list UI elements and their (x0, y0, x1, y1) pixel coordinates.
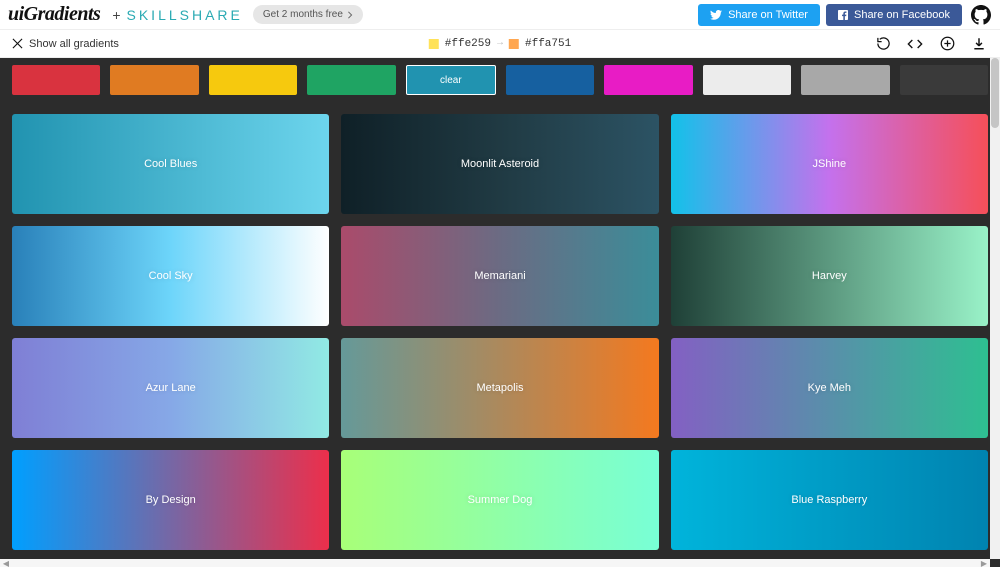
gradient-card[interactable]: Metapolis (341, 338, 658, 438)
gradient-name: Summer Dog (468, 494, 533, 506)
download-icon (972, 36, 986, 51)
share-twitter-label: Share on Twitter (728, 9, 808, 21)
filter-green[interactable] (307, 65, 395, 95)
gradient-name: Harvey (812, 270, 847, 282)
header: uiGradients + SKILLSHARE Get 2 months fr… (0, 0, 1000, 30)
show-all-button[interactable]: Show all gradients (12, 38, 119, 50)
download-button[interactable] (970, 35, 988, 53)
gradient-card[interactable]: JShine (671, 114, 988, 214)
cta-pill[interactable]: Get 2 months free (253, 5, 363, 24)
filter-orange[interactable] (110, 65, 198, 95)
share-facebook-button[interactable]: Share on Facebook (826, 4, 962, 26)
plus-circle-icon (940, 36, 955, 51)
filter-yellow[interactable] (209, 65, 297, 95)
filter-light[interactable] (703, 65, 791, 95)
gradient-name: Metapolis (476, 382, 523, 394)
share-twitter-button[interactable]: Share on Twitter (698, 4, 820, 26)
gradient-card[interactable]: Memariani (341, 226, 658, 326)
logo[interactable]: uiGradients (8, 3, 100, 26)
filter-label: clear (440, 75, 462, 86)
gradient-card[interactable]: Cool Sky (12, 226, 329, 326)
gradient-grid: Cool Blues Moonlit Asteroid JShine Cool Sky… (12, 114, 988, 550)
vertical-scrollbar[interactable] (990, 58, 1000, 559)
color-b-hex[interactable]: #ffa751 (525, 38, 571, 50)
plus-icon: + (112, 7, 120, 23)
hscroll-right-icon[interactable]: ▶ (978, 559, 990, 567)
filter-grey[interactable] (801, 65, 889, 95)
close-icon (12, 38, 23, 49)
gradient-name: By Design (146, 494, 196, 506)
horizontal-scrollbar[interactable]: ◀ ▶ (0, 559, 990, 567)
code-button[interactable] (906, 35, 924, 53)
gradient-card[interactable]: Cool Blues (12, 114, 329, 214)
swatch-b[interactable] (509, 39, 519, 49)
share-facebook-label: Share on Facebook (854, 9, 950, 21)
gradient-name: Kye Meh (808, 382, 851, 394)
gradient-card[interactable]: Harvey (671, 226, 988, 326)
gradient-stage[interactable]: Cool Blues Moonlit Asteroid JShine Cool Sky… (0, 102, 1000, 567)
gradient-card[interactable]: Blue Raspberry (671, 450, 988, 550)
gradient-card[interactable]: Moonlit Asteroid (341, 114, 658, 214)
twitter-icon (710, 10, 722, 20)
github-icon (971, 5, 991, 25)
vertical-scroll-thumb[interactable] (991, 58, 999, 128)
code-icon (907, 38, 923, 50)
filter-blue[interactable] (506, 65, 594, 95)
gradient-card[interactable]: By Design (12, 450, 329, 550)
gradient-name: Cool Sky (149, 270, 193, 282)
show-all-label: Show all gradients (29, 38, 119, 50)
cta-label: Get 2 months free (263, 9, 343, 20)
current-colors: #ffe259 → #ffa751 (429, 38, 571, 50)
gradient-name: Blue Raspberry (791, 494, 867, 506)
gradient-name: Cool Blues (144, 158, 197, 170)
filter-teal[interactable]: clear (406, 65, 496, 95)
filter-red[interactable] (12, 65, 100, 95)
rotate-icon (876, 36, 891, 51)
chevron-right-icon (347, 11, 353, 19)
github-link[interactable] (970, 4, 992, 26)
color-a-hex[interactable]: #ffe259 (445, 38, 491, 50)
gradient-name: Memariani (474, 270, 525, 282)
filter-bar: clear (0, 58, 1000, 102)
gradient-card[interactable]: Summer Dog (341, 450, 658, 550)
swatch-a[interactable] (429, 39, 439, 49)
facebook-icon (838, 10, 848, 20)
gradient-card[interactable]: Kye Meh (671, 338, 988, 438)
gradient-name: JShine (813, 158, 847, 170)
toolbar: Show all gradients #ffe259 → #ffa751 (0, 30, 1000, 58)
rotate-button[interactable] (874, 35, 892, 53)
gradient-name: Azur Lane (146, 382, 196, 394)
filter-pink[interactable] (604, 65, 692, 95)
gradient-card[interactable]: Azur Lane (12, 338, 329, 438)
hscroll-left-icon[interactable]: ◀ (0, 559, 12, 567)
partner-logo[interactable]: SKILLSHARE (127, 7, 243, 23)
arrow-right-icon: → (497, 38, 503, 49)
filter-dark[interactable] (900, 65, 988, 95)
add-button[interactable] (938, 35, 956, 53)
gradient-name: Moonlit Asteroid (461, 158, 539, 170)
